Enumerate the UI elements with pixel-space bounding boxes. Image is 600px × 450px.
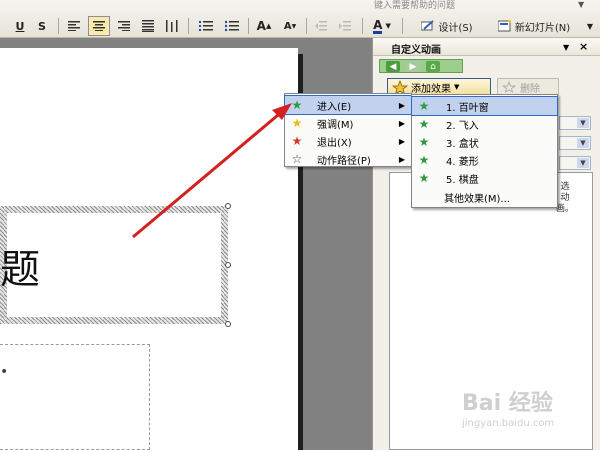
annotation-arrow-line: [132, 108, 285, 239]
annotation-arrow: [132, 103, 292, 239]
watermark: Bai 经验 jingyan.baidu.com: [462, 391, 554, 430]
watermark-url: jingyan.baidu.com: [462, 418, 555, 429]
watermark-brand: Bai 经验: [462, 391, 553, 416]
